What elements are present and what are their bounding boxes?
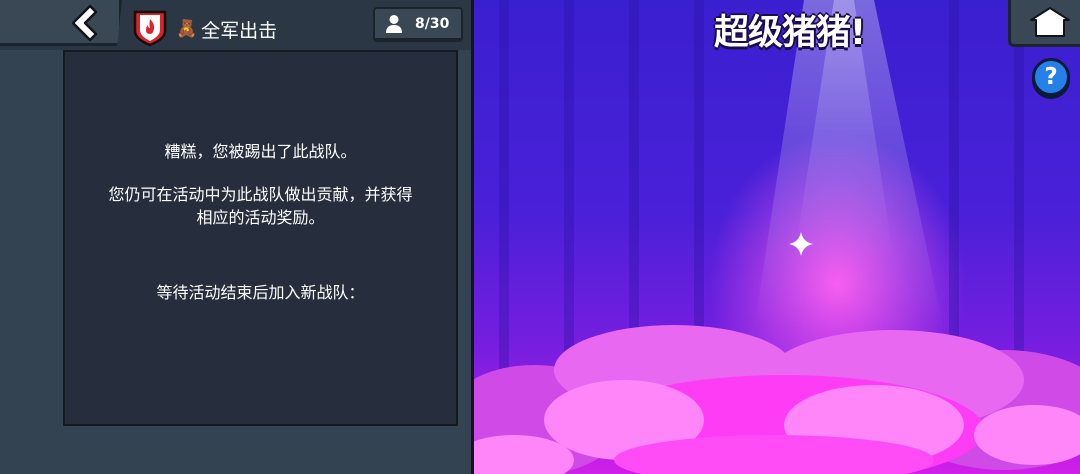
home-button[interactable]: [1008, 0, 1080, 47]
sparkle-icon: [789, 232, 813, 256]
contribute-message: 您仍可在活动中为此战队做出贡献，并获得相应的活动奖励。: [108, 185, 413, 227]
member-count[interactable]: 8/30: [373, 7, 463, 42]
event-title: 超级猪猪!: [714, 13, 866, 53]
club-name-label: 全军出击: [201, 19, 278, 42]
home-icon: [1030, 7, 1070, 37]
kicked-message: 糟糕，您被踢出了此战队。: [164, 142, 357, 161]
club-name[interactable]: 🧸 全军出击: [176, 16, 277, 42]
flame-shield-icon[interactable]: [133, 9, 167, 47]
event-panel: 超级猪猪! ?: [471, 0, 1080, 474]
teddy-bear-icon: 🧸: [176, 19, 198, 39]
back-button[interactable]: [0, 0, 122, 46]
clouds: [474, 325, 1080, 474]
help-button[interactable]: ?: [1032, 58, 1070, 96]
member-count-text: 8/30: [415, 15, 450, 32]
person-icon: [386, 14, 402, 33]
left-panel: 🧸 全军出击 8/30 糟糕，您被踢出了此战队。 您仍可在活动中为此战队做出贡献…: [0, 0, 471, 474]
wait-message: 等待活动结束后加入新战队：: [156, 283, 365, 302]
chevron-left-icon: [71, 4, 98, 42]
message-box: 糟糕，您被踢出了此战队。 您仍可在活动中为此战队做出贡献，并获得相应的活动奖励。…: [63, 50, 458, 426]
question-mark-icon: ?: [1044, 64, 1058, 90]
